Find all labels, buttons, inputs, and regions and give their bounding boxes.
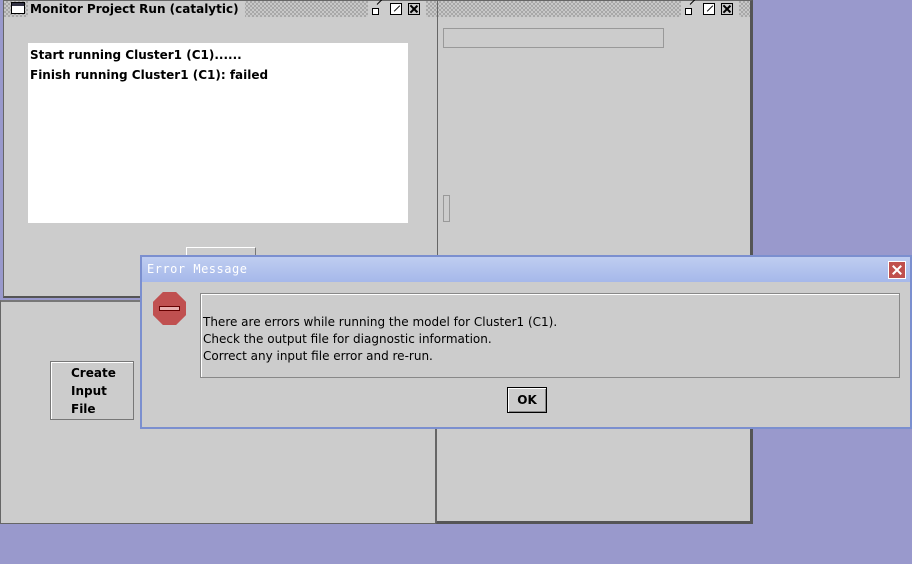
error-message-line: Check the output file for diagnostic inf… (203, 332, 492, 346)
back-window-controls (681, 1, 739, 17)
error-message-panel: There are errors while running the model… (200, 293, 900, 378)
error-message-line: Correct any input file error and re-run. (203, 349, 433, 363)
error-message-dialog: Error Message There are errors while run… (140, 255, 912, 429)
dialog-title[interactable]: Error Message (142, 257, 910, 282)
close-icon[interactable] (721, 3, 733, 15)
log-line: Finish running Cluster1 (C1): failed (30, 68, 269, 82)
maximize-icon[interactable] (703, 3, 715, 15)
close-icon[interactable] (888, 261, 906, 279)
window-icon (11, 2, 25, 14)
maximize-icon[interactable] (390, 3, 402, 15)
monitor-window-title: Monitor Project Run (catalytic) (28, 1, 245, 17)
back-window-progress-field (443, 28, 664, 48)
create-input-file-button[interactable]: Create Input File (50, 361, 134, 420)
ok-button[interactable]: OK (507, 387, 547, 413)
iconify-icon[interactable] (372, 3, 384, 15)
close-icon[interactable] (408, 3, 420, 15)
error-message-line: There are errors while running the model… (203, 315, 558, 329)
log-line: Start running Cluster1 (C1)...... (30, 48, 242, 62)
create-button-line: Create (71, 365, 116, 380)
iconify-icon[interactable] (685, 3, 697, 15)
run-log-text-area[interactable]: Start running Cluster1 (C1)...... Finish… (28, 43, 408, 223)
monitor-window-controls (368, 1, 426, 17)
create-button-line: Input (71, 383, 107, 398)
create-button-line: File (71, 401, 96, 416)
back-window-widget-edge (443, 195, 450, 222)
stop-sign-icon (153, 292, 186, 325)
monitor-project-run-window: Monitor Project Run (catalytic) Start ru… (3, 0, 438, 298)
